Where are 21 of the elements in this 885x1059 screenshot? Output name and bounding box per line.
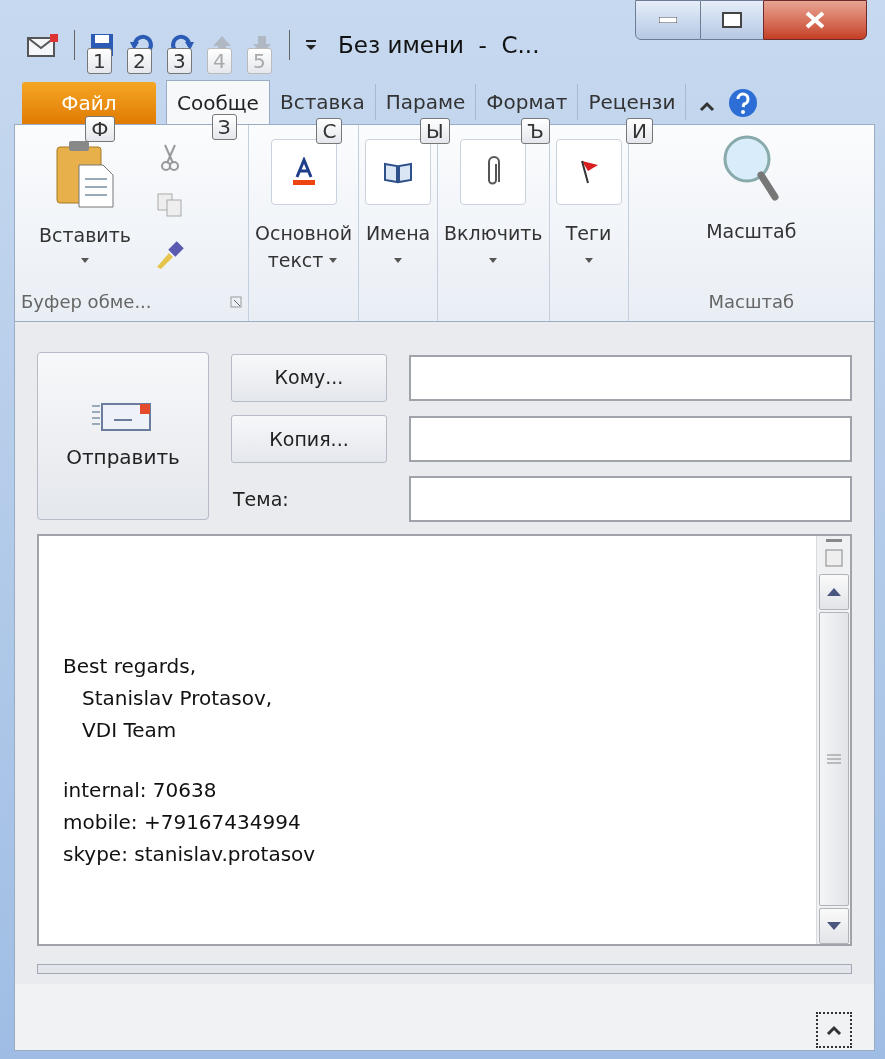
keytip-tooltip: 2 <box>127 48 152 75</box>
keytip-tooltip: 3 <box>167 48 192 75</box>
body-text-line: Stanislav Protasov, <box>81 685 274 712</box>
window-title: Без имени - С... <box>338 31 540 60</box>
keytip-tooltip: Ъ <box>521 118 550 144</box>
keytip-tooltip: Ф <box>85 116 115 142</box>
keytip-tooltip: Ы <box>419 118 450 144</box>
keytip-tooltip: 4 <box>207 48 232 75</box>
body-text-line: skype: stanislav.protasov <box>63 841 317 868</box>
keytip-tooltip: И <box>626 118 653 144</box>
body-text-line: Best regards, <box>63 653 198 680</box>
body-text-line: VDI Team <box>81 717 178 744</box>
keytip-tooltip: 5 <box>247 48 272 75</box>
keytip-tooltip: 1 <box>87 48 112 75</box>
body-text-line: mobile: +79167434994 <box>63 809 302 836</box>
body-text-line: internal: 70638 <box>63 777 218 804</box>
keytip-tooltip: З <box>211 114 237 140</box>
group-label: Масштаб <box>708 290 795 314</box>
keytip-tooltip: С <box>316 118 343 144</box>
group-label: Буфер обме... <box>21 290 152 314</box>
subject-label: Тема: <box>232 487 290 513</box>
